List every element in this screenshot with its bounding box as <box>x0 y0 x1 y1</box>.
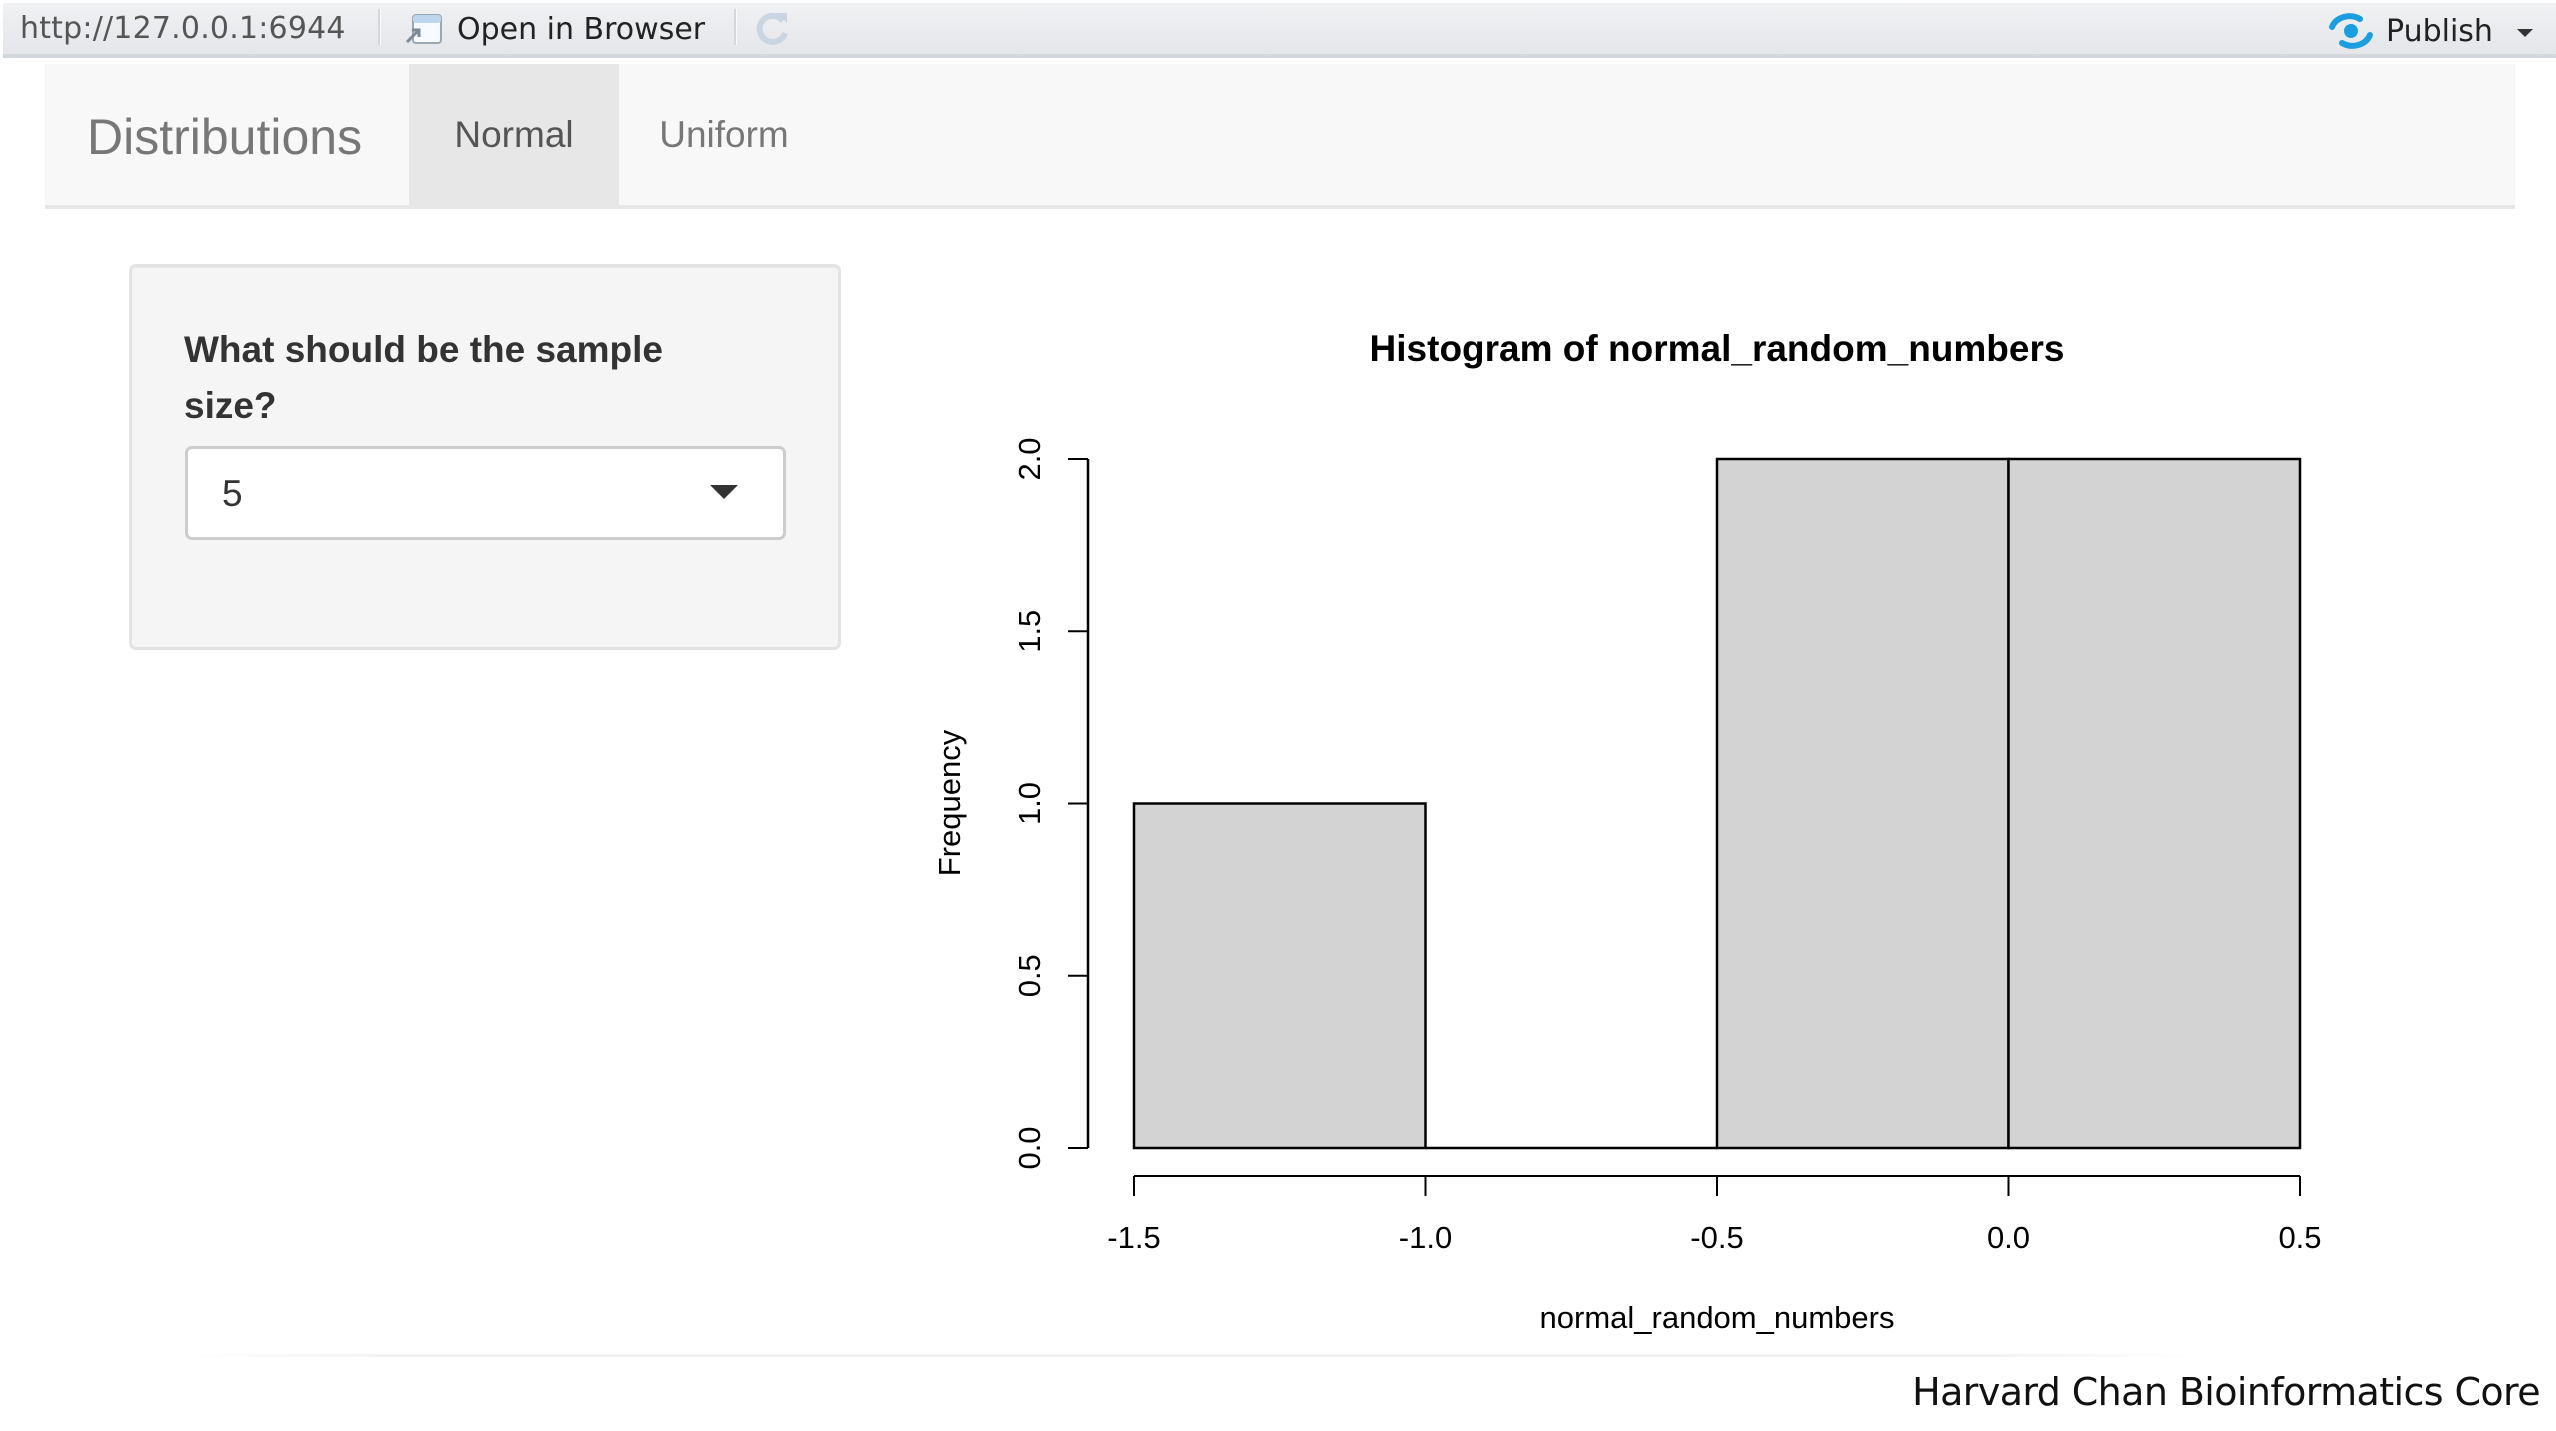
y-axis: 0.0 0.5 1.0 1.5 2.0 <box>1012 437 1090 1170</box>
x-tick-label: -0.5 <box>1690 1220 1743 1255</box>
y-tick-label: 0.5 <box>1012 954 1047 997</box>
histogram-bars <box>1132 457 2302 1150</box>
y-tick-label: 0.0 <box>1012 1126 1047 1169</box>
histogram-plot: Histogram of normal_random_numbers -1.5-… <box>932 328 2322 1335</box>
y-tick-label: 2.0 <box>1012 437 1047 480</box>
x-tick-label: 0.0 <box>1987 1220 2030 1255</box>
x-axis-label: normal_random_numbers <box>1540 1300 1895 1335</box>
footer-divider <box>190 1354 2190 1357</box>
x-tick-label: -1.0 <box>1399 1220 1452 1255</box>
histogram-bar <box>2007 457 2302 1150</box>
histogram-bar <box>1132 802 1427 1150</box>
x-axis: -1.5 -1.0 -0.5 0.0 0.5 <box>1107 1175 2322 1255</box>
x-tick-label: -1.5 <box>1107 1220 1160 1255</box>
y-tick-label: 1.5 <box>1012 610 1047 653</box>
histogram-bar <box>1715 457 2010 1150</box>
x-tick-label: 0.5 <box>2278 1220 2321 1255</box>
y-tick-label: 1.0 <box>1012 782 1047 825</box>
footer-credit: Harvard Chan Bioinformatics Core <box>1912 1370 2540 1414</box>
plot-title: Histogram of normal_random_numbers <box>1370 328 2065 369</box>
y-axis-label: Frequency <box>932 729 967 876</box>
